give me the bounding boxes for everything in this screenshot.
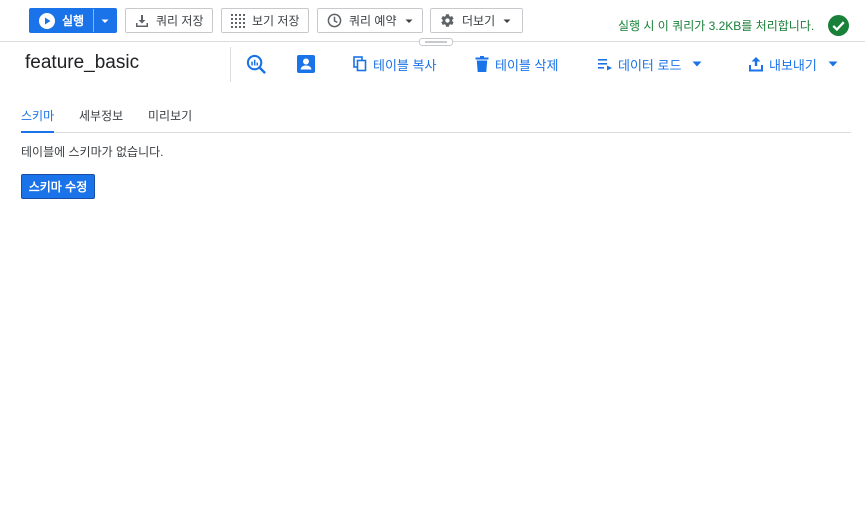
grid-icon bbox=[231, 13, 245, 28]
delete-table-button[interactable]: 테이블 삭제 bbox=[475, 55, 558, 73]
download-icon bbox=[136, 14, 148, 27]
run-button-label: 실행 bbox=[62, 14, 85, 28]
delete-table-label: 테이블 삭제 bbox=[495, 57, 559, 73]
run-button[interactable]: 실행 bbox=[29, 8, 117, 33]
load-data-label: 데이터 로드 bbox=[618, 57, 682, 73]
more-button[interactable]: 더보기 bbox=[430, 8, 523, 33]
save-query-button[interactable]: 쿼리 저장 bbox=[125, 8, 213, 33]
schedule-query-button[interactable]: 쿼리 예약 bbox=[317, 8, 423, 33]
tab-details[interactable]: 세부정보 bbox=[79, 107, 123, 133]
query-search-icon bbox=[246, 54, 266, 74]
export-label: 내보내기 bbox=[769, 57, 817, 73]
load-data-button[interactable]: 데이터 로드 bbox=[598, 55, 703, 73]
copy-icon bbox=[353, 56, 367, 72]
save-query-label: 쿼리 저장 bbox=[156, 14, 204, 28]
caret-down-icon bbox=[503, 19, 511, 23]
save-view-label: 보기 저장 bbox=[252, 14, 300, 28]
play-circle-icon bbox=[39, 12, 55, 29]
query-table-button[interactable] bbox=[245, 53, 267, 75]
upload-icon bbox=[749, 56, 763, 71]
query-toolbar: 실행 쿼리 저장 보기 저장 쿼리 예약 더보기 실행 시 이 쿼리가 3.2K… bbox=[0, 0, 865, 42]
save-view-button[interactable]: 보기 저장 bbox=[221, 8, 309, 33]
caret-down-icon bbox=[101, 19, 109, 23]
profile-icon bbox=[297, 55, 315, 73]
caret-down-icon bbox=[405, 19, 412, 23]
query-validation-message: 실행 시 이 쿼리가 3.2KB를 처리합니다. bbox=[618, 19, 815, 33]
load-list-icon bbox=[598, 59, 612, 71]
check-circle-icon bbox=[828, 15, 849, 36]
editor-resize-handle[interactable] bbox=[419, 38, 453, 46]
caret-down-icon bbox=[692, 61, 702, 67]
caret-down-icon bbox=[828, 61, 838, 67]
run-options-toggle[interactable] bbox=[99, 15, 111, 27]
schedule-query-label: 쿼리 예약 bbox=[349, 14, 397, 28]
edit-schema-button[interactable]: 스키마 수정 bbox=[21, 174, 95, 199]
clock-icon bbox=[327, 13, 342, 28]
table-title: feature_basic bbox=[25, 52, 140, 73]
title-divider bbox=[230, 47, 231, 82]
export-button[interactable]: 내보내기 bbox=[749, 55, 839, 73]
more-label: 더보기 bbox=[462, 14, 496, 28]
copy-table-button[interactable]: 테이블 복사 bbox=[353, 55, 436, 73]
tab-preview[interactable]: 미리보기 bbox=[148, 107, 192, 133]
run-split-divider bbox=[93, 9, 94, 32]
handle-grip-icon bbox=[425, 41, 447, 43]
tab-schema[interactable]: 스키마 bbox=[21, 107, 55, 133]
table-tabs: 스키마 세부정보 미리보기 bbox=[21, 104, 851, 133]
gear-icon bbox=[441, 14, 454, 27]
share-table-button[interactable] bbox=[295, 53, 317, 75]
schema-empty-message: 테이블에 스키마가 없습니다. bbox=[21, 145, 164, 159]
copy-table-label: 테이블 복사 bbox=[373, 57, 437, 73]
trash-icon bbox=[475, 56, 489, 72]
